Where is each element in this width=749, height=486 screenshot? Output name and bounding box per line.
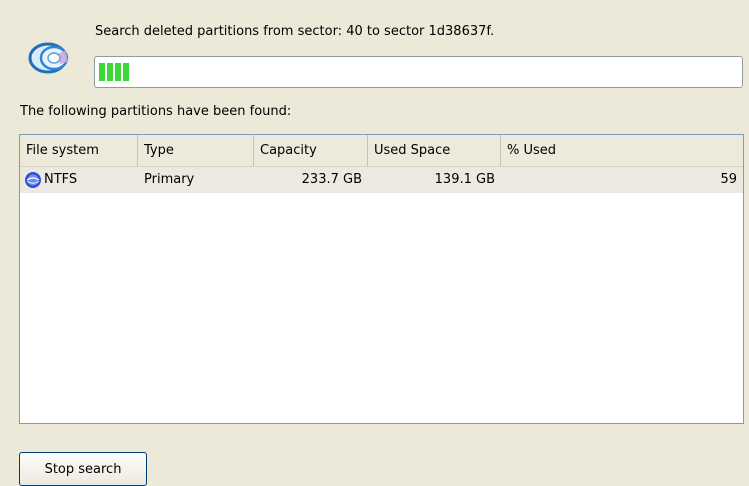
search-progress-bar — [94, 56, 743, 88]
table-row[interactable]: NTFS Primary 233.7 GB 139.1 GB 59 — [20, 167, 743, 193]
cell-used-space: 139.1 GB — [434, 172, 495, 187]
cell-capacity: 233.7 GB — [301, 172, 362, 187]
column-header-type[interactable]: Type — [138, 135, 254, 166]
file-system-value: NTFS — [44, 172, 78, 187]
progress-fill — [99, 63, 131, 81]
column-header-used-space[interactable]: Used Space — [368, 135, 501, 166]
disk-scan-icon — [22, 38, 76, 78]
search-status-text: Search deleted partitions from sector: 4… — [95, 24, 495, 39]
list-header: File system Type Capacity Used Space % U… — [20, 135, 743, 167]
cell-file-system: NTFS — [20, 167, 138, 193]
found-partitions-label: The following partitions have been found… — [20, 104, 292, 119]
partition-disk-icon — [24, 171, 42, 189]
column-header-capacity[interactable]: Capacity — [254, 135, 368, 166]
column-header-percent-used[interactable]: % Used — [501, 135, 743, 166]
column-header-file-system[interactable]: File system — [20, 135, 138, 166]
cell-type: Primary — [144, 172, 195, 187]
partitions-list[interactable]: File system Type Capacity Used Space % U… — [19, 134, 744, 424]
cell-percent-used: 59 — [720, 172, 737, 187]
stop-search-button[interactable]: Stop search — [19, 452, 147, 486]
